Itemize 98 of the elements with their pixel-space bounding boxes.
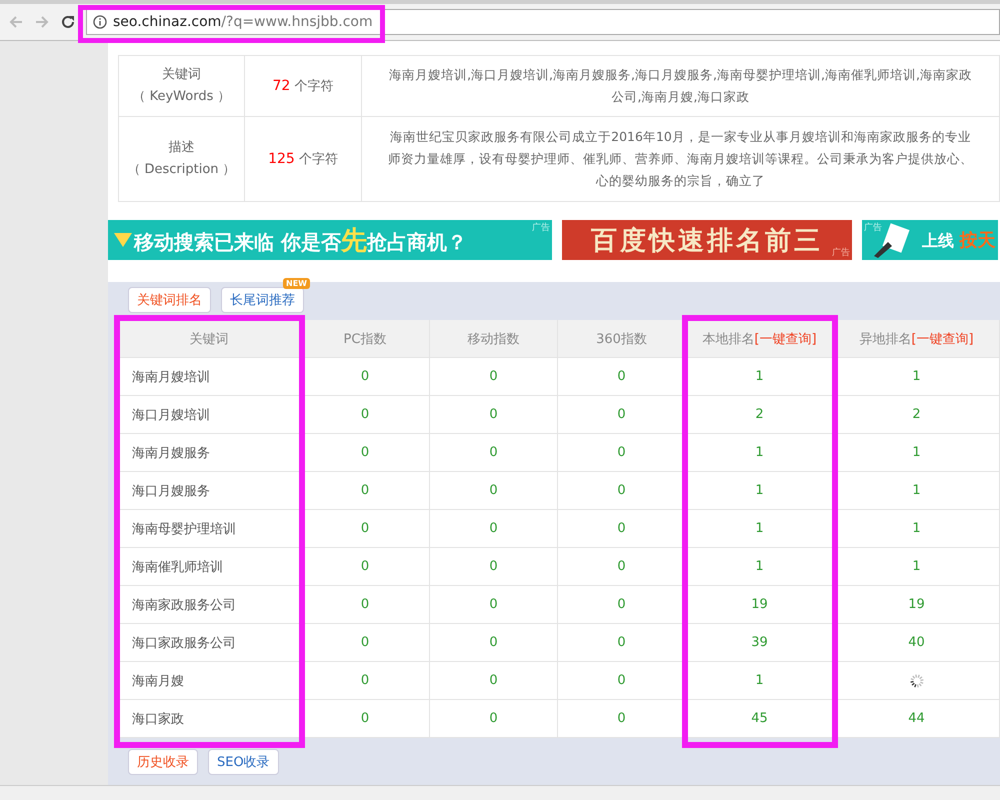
field-label: 描述 [168, 139, 194, 157]
query-link[interactable]: [一键查询] [911, 332, 974, 346]
keyword-cell: 海口家政服务公司 [118, 624, 301, 662]
field-sublabel: （ Description ） [127, 161, 236, 179]
rank-cell: 0 [430, 396, 558, 434]
rank-cell: 39 [686, 624, 834, 662]
banner-text: 百度快速排名前三 [591, 224, 823, 258]
rank-cell: 0 [430, 624, 558, 662]
rank-tab[interactable]: 关键词排名 [128, 287, 211, 313]
rank-cell: 0 [558, 662, 686, 700]
loading-spinner-icon [908, 672, 924, 688]
meta-content-line: 心的婴幼服务的宗旨，确立了 [596, 172, 765, 190]
rank-cell: 0 [301, 624, 430, 662]
rank-cell: 1 [834, 510, 1000, 548]
banner-text: 上线 按天 [922, 229, 996, 252]
meta-content-line: 公司,海南月嫂,海口家政 [612, 88, 750, 106]
char-count: 125 个字符 [268, 150, 338, 168]
rank-cell: 1 [834, 358, 1000, 396]
rank-cell: 19 [686, 586, 834, 624]
keyword-cell: 海口月嫂培训 [118, 396, 301, 434]
rank-cell: 2 [834, 396, 1000, 434]
rank-cell: 0 [301, 700, 430, 738]
rank-cell: 0 [558, 624, 686, 662]
rank-tab[interactable]: 长尾词推荐 [221, 287, 304, 313]
rank-cell: 0 [430, 510, 558, 548]
rank-cell: 0 [558, 586, 686, 624]
keyword-cell: 海口月嫂服务 [118, 472, 301, 510]
keyword-cell: 海南月嫂 [118, 662, 301, 700]
keyword-cell: 海南催乳师培训 [118, 548, 301, 586]
keyword-cell: 海口家政 [118, 700, 301, 738]
rank-cell: 0 [430, 700, 558, 738]
address-bar[interactable]: seo.chinaz.com/?q=www.hnsjbb.com [86, 9, 1000, 35]
rank-cell: 0 [558, 700, 686, 738]
char-count: 72 个字符 [272, 77, 334, 95]
field-sublabel: （ KeyWords ） [132, 88, 231, 106]
rank-cell: 0 [558, 510, 686, 548]
rank-cell: 1 [686, 434, 834, 472]
rank-cell: 1 [834, 472, 1000, 510]
rank-cell: 0 [301, 662, 430, 700]
rank-cell: 0 [301, 472, 430, 510]
rank-cell: 0 [430, 434, 558, 472]
rank-cell: 0 [301, 548, 430, 586]
new-badge: NEW [283, 278, 310, 289]
rank-cell: 0 [430, 548, 558, 586]
ad-label: 广告 [532, 222, 550, 234]
ad-label: 广告 [832, 246, 850, 259]
meta-content-line: 师资力量雄厚，设有母婴护理师、催乳师、营养师、海南月嫂培训等课程。公司秉承为客户提供放心、 [388, 150, 973, 168]
url-text: seo.chinaz.com/?q=www.hnsjbb.com [113, 14, 373, 30]
rank-cell: 1 [686, 472, 834, 510]
rank-cell: 0 [301, 434, 430, 472]
reload-icon[interactable] [60, 14, 76, 30]
keyword-cell: 海南家政服务公司 [118, 586, 301, 624]
rank-cell: 44 [834, 700, 1000, 738]
column-header: 关键词 [118, 320, 301, 358]
rank-cell: 2 [686, 396, 834, 434]
rank-cell: 19 [834, 586, 1000, 624]
rank-cell: 1 [686, 662, 834, 700]
ad-label: 广告 [864, 222, 882, 234]
rank-cell: 1 [686, 358, 834, 396]
info-icon [93, 15, 107, 29]
rank-cell: 0 [301, 586, 430, 624]
rank-cell: 0 [430, 586, 558, 624]
rank-cell: 1 [686, 548, 834, 586]
rank-cell: 0 [430, 358, 558, 396]
rank-cell: 40 [834, 624, 1000, 662]
ad-banner[interactable]: 广告 上线 按天 [862, 220, 998, 260]
rank-cell: 45 [686, 700, 834, 738]
back-icon[interactable] [8, 14, 24, 30]
document-icon [872, 222, 912, 258]
meta-content-line: 海南月嫂培训,海口月嫂培训,海南月嫂服务,海口月嫂服务,海南母婴护理培训,海南催乳师培训,海南家政 [389, 66, 972, 84]
index-tab[interactable]: SEO收录 [208, 749, 279, 775]
rank-cell: 0 [558, 434, 686, 472]
ad-banner[interactable]: 移动搜索已来临 你是否先抢占商机？ 广告 [108, 220, 552, 260]
keyword-cell: 海南月嫂服务 [118, 434, 301, 472]
column-header: 本地排名[一键查询] [686, 320, 834, 358]
rank-cell: 0 [430, 662, 558, 700]
column-header: 移动指数 [430, 320, 558, 358]
rank-cell: 0 [558, 548, 686, 586]
rank-cell: 1 [686, 510, 834, 548]
rank-cell: 1 [834, 548, 1000, 586]
index-tab[interactable]: 历史收录 [128, 749, 198, 775]
banner-text: 移动搜索已来临 你是否先抢占商机？ [134, 224, 467, 258]
rank-cell: 1 [834, 434, 1000, 472]
ad-banner[interactable]: 百度快速排名前三 广告 [562, 220, 852, 260]
meta-content-line: 海南世纪宝贝家政服务有限公司成立于2016年10月，是一家专业从事月嫂培训和海南家政服务的专业 [390, 128, 971, 146]
keyword-cell: 海南月嫂培训 [118, 358, 301, 396]
rank-cell: 0 [558, 358, 686, 396]
rank-cell: 0 [301, 396, 430, 434]
query-link[interactable]: [一键查询] [754, 332, 817, 346]
rank-cell: 0 [558, 472, 686, 510]
rank-cell: 0 [558, 396, 686, 434]
triangle-icon [114, 233, 132, 247]
field-label: 关键词 [162, 66, 201, 84]
forward-icon[interactable] [34, 14, 50, 30]
keyword-cell: 海南母婴护理培训 [118, 510, 301, 548]
rank-cell: 0 [301, 358, 430, 396]
rank-cell: 0 [301, 510, 430, 548]
rank-cell: 0 [430, 472, 558, 510]
